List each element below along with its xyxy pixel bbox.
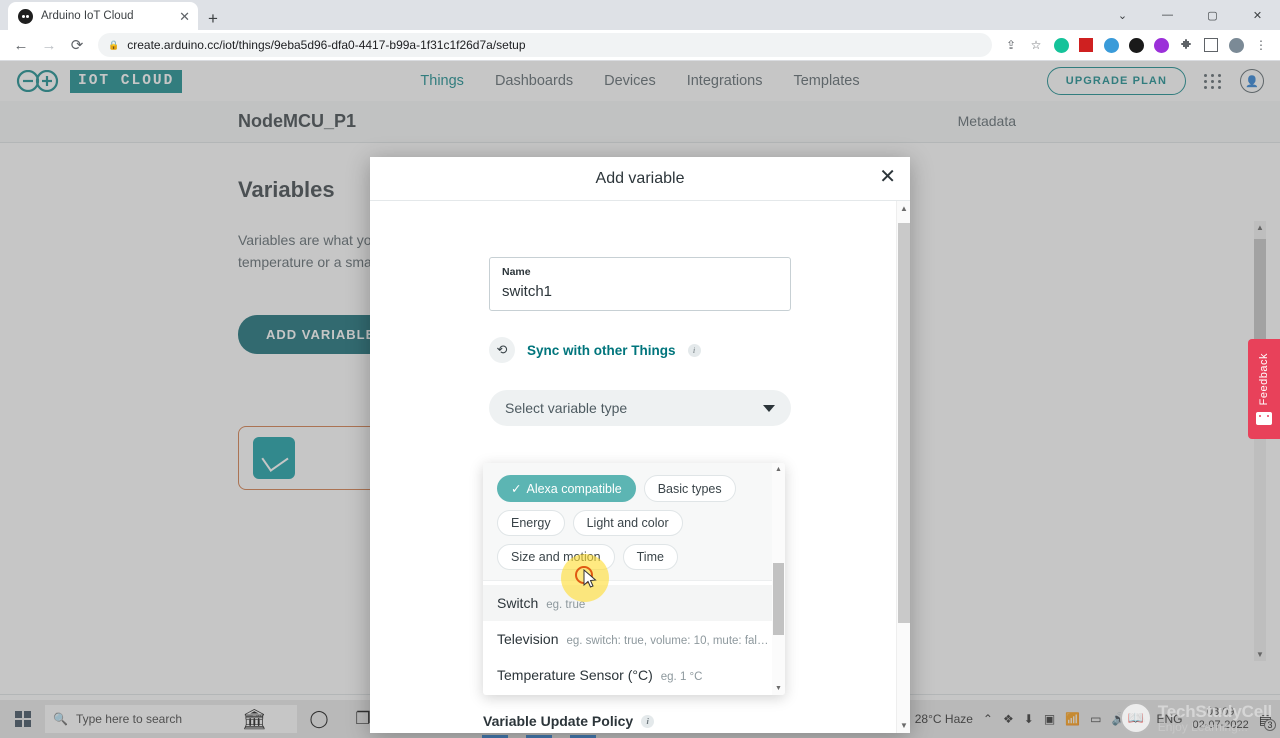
watermark: 📖 TechStudyCell Enjoy Learning... xyxy=(1120,702,1272,734)
chrome-menu-icon[interactable]: ⋮ xyxy=(1250,34,1272,56)
browser-tab-strip: Arduino IoT Cloud ✕ + ⌄ — ▢ ✕ xyxy=(0,0,1280,30)
caret-down-icon[interactable] xyxy=(763,405,775,412)
list-item-switch[interactable]: Switch eg. true xyxy=(483,585,785,621)
tab-close-icon[interactable]: ✕ xyxy=(179,10,190,23)
sync-with-things-label: Sync with other Things xyxy=(527,343,676,358)
variable-category-chips: ✓ Alexa compatible Basic types Energy Li… xyxy=(483,463,785,581)
chip-energy[interactable]: Energy xyxy=(497,510,565,536)
back-icon[interactable]: ← xyxy=(8,32,34,58)
reload-icon[interactable]: ⟳ xyxy=(64,32,90,58)
window-maximize-button[interactable]: ▢ xyxy=(1190,0,1235,30)
browser-tab-title: Arduino IoT Cloud xyxy=(41,10,171,22)
update-policy-info-icon[interactable]: i xyxy=(641,715,654,728)
mouse-cursor-icon xyxy=(583,569,597,589)
list-item-television[interactable]: Television eg. switch: true, volume: 10,… xyxy=(483,621,785,657)
watermark-title: TechStudyCell xyxy=(1158,703,1272,721)
dropdown-scroll-up-icon[interactable]: ▲ xyxy=(775,466,782,473)
forward-icon[interactable]: → xyxy=(36,32,62,58)
browser-toolbar: ← → ⟳ 🔒 create.arduino.cc/iot/things/9eb… xyxy=(0,30,1280,61)
variable-update-policy-section: Variable Update Policy i On change Perio… xyxy=(483,713,803,733)
chip-light-and-color[interactable]: Light and color xyxy=(573,510,683,536)
modal-close-icon[interactable]: ✕ xyxy=(879,167,896,187)
dropdown-scroll-thumb[interactable] xyxy=(773,563,784,635)
variable-type-select[interactable]: Select variable type xyxy=(489,390,791,426)
update-policy-heading: Variable Update Policy i xyxy=(483,713,803,729)
browser-tab[interactable]: Arduino IoT Cloud ✕ xyxy=(8,2,198,30)
new-tab-button[interactable]: + xyxy=(208,10,218,27)
list-item-temperature-sensor-example: eg. 1 °C xyxy=(661,671,703,683)
window-controls: ⌄ — ▢ ✕ xyxy=(1100,0,1280,30)
variable-type-list: Switch eg. true Television eg. switch: t… xyxy=(483,581,785,693)
list-item-temperature-sensor-name: Temperature Sensor (°C) xyxy=(497,667,653,683)
wondershare-extension-icon[interactable] xyxy=(1150,34,1172,56)
modal-scroll-thumb[interactable] xyxy=(898,223,910,623)
watermark-subtitle: Enjoy Learning... xyxy=(1158,721,1272,734)
list-item-television-example: eg. switch: true, volume: 10, mute: fals… xyxy=(566,635,771,647)
variable-name-field[interactable]: Name switch1 xyxy=(489,257,791,311)
variable-type-dropdown: ✓ Alexa compatible Basic types Energy Li… xyxy=(483,463,785,695)
variable-type-placeholder: Select variable type xyxy=(505,400,763,416)
sidepanel-icon[interactable] xyxy=(1200,34,1222,56)
toolbar-icons: ⇪ ☆ ⋮ xyxy=(1000,34,1272,56)
variable-name-input[interactable]: switch1 xyxy=(502,283,778,300)
techstudycell-logo-icon: 📖 xyxy=(1120,702,1152,734)
update-policy-label: Variable Update Policy xyxy=(483,713,633,729)
share-icon[interactable]: ⇪ xyxy=(1000,34,1022,56)
page-viewport: IOT CLOUD Things Dashboards Devices Inte… xyxy=(0,61,1280,738)
chip-alexa-compatible[interactable]: ✓ Alexa compatible xyxy=(497,475,636,502)
bookmark-star-icon[interactable]: ☆ xyxy=(1025,34,1047,56)
modal-scroll-up-icon[interactable]: ▲ xyxy=(900,204,908,213)
globe-extension-icon[interactable] xyxy=(1100,34,1122,56)
extensions-puzzle-icon[interactable] xyxy=(1175,34,1197,56)
list-item-temperature-sensor[interactable]: Temperature Sensor (°C) eg. 1 °C xyxy=(483,657,785,693)
kaspersky-extension-icon[interactable] xyxy=(1125,34,1147,56)
modal-body: Name switch1 ⟲ Sync with other Things i … xyxy=(370,201,910,733)
dropdown-scroll-down-icon[interactable]: ▼ xyxy=(775,685,782,692)
chip-check-icon: ✓ xyxy=(511,481,521,496)
chip-basic-types[interactable]: Basic types xyxy=(644,475,736,502)
address-bar-url: create.arduino.cc/iot/things/9eba5d96-df… xyxy=(127,38,525,52)
address-bar[interactable]: 🔒 create.arduino.cc/iot/things/9eba5d96-… xyxy=(98,33,992,57)
add-variable-modal: Add variable ✕ Name switch1 ⟲ Sync with … xyxy=(370,157,910,733)
sync-refresh-icon: ⟲ xyxy=(489,337,515,363)
lock-icon: 🔒 xyxy=(108,40,119,51)
variable-name-label: Name xyxy=(502,266,778,278)
modal-title: Add variable xyxy=(596,170,685,188)
feedback-tab-button[interactable]: Feedback xyxy=(1248,339,1280,439)
list-item-television-name: Television xyxy=(497,631,558,647)
feedback-face-icon xyxy=(1256,412,1272,425)
dropdown-scrollbar[interactable]: ▲ ▼ xyxy=(772,463,785,695)
modal-form: Name switch1 ⟲ Sync with other Things i … xyxy=(370,201,910,426)
modal-header: Add variable ✕ xyxy=(370,157,910,201)
grammarly-extension-icon[interactable] xyxy=(1050,34,1072,56)
sync-info-icon[interactable]: i xyxy=(688,344,701,357)
watermark-text: TechStudyCell Enjoy Learning... xyxy=(1158,703,1272,733)
chip-alexa-compatible-label: Alexa compatible xyxy=(526,482,621,496)
window-minimize-button[interactable]: — xyxy=(1145,0,1190,30)
feedback-label: Feedback xyxy=(1258,353,1270,405)
arduino-favicon-icon xyxy=(18,9,33,24)
list-item-switch-name: Switch xyxy=(497,595,538,611)
window-more-icon[interactable]: ⌄ xyxy=(1100,0,1145,30)
window-close-button[interactable]: ✕ xyxy=(1235,0,1280,30)
sync-with-things-row[interactable]: ⟲ Sync with other Things i xyxy=(489,337,791,363)
chip-time[interactable]: Time xyxy=(623,544,678,570)
modal-scrollbar[interactable]: ▲ ▼ xyxy=(896,201,910,733)
modal-scroll-down-icon[interactable]: ▼ xyxy=(900,721,908,730)
flash-extension-icon[interactable] xyxy=(1075,34,1097,56)
profile-avatar-icon[interactable] xyxy=(1225,34,1247,56)
